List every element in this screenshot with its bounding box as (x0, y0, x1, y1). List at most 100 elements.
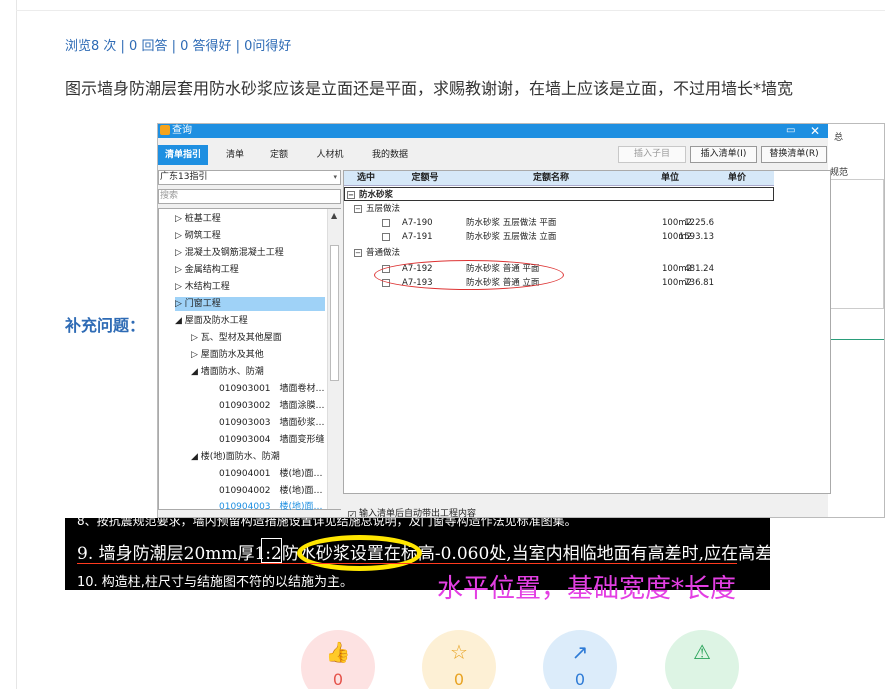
tree-item: ▷ 瓦、型材及其他屋面 (191, 333, 282, 343)
question-stats: 浏览8 次 | 0 回答 | 0 答得好 | 0问得好 (65, 39, 292, 54)
question-text: 图示墙身防潮层套用防水砂浆应该是立面还是平面，求赐教谢谢，在墙上应该是立面，不过… (65, 79, 794, 98)
group-row: − 普通做法 (344, 246, 774, 260)
tree-item: 010903001 墙面卷材… (219, 384, 325, 394)
tab-list: 清单 (225, 150, 244, 160)
report-button[interactable]: ⚠ (665, 630, 739, 689)
like-count: 0 (332, 670, 344, 689)
background-box (830, 179, 884, 309)
tree-item: ▷ 屋面防水及其他 (191, 350, 264, 360)
table-row: A7-191 防水砂浆 五层做法 立面 100m2 1593.13 (344, 230, 774, 244)
replace-list-button: 替换清单(R) (761, 146, 827, 163)
col-name: 定额名称 (532, 173, 569, 183)
auto-content-checkbox: ✓ 输入清单后自动带出工程内容 (348, 506, 477, 518)
scroll-thumb (330, 245, 339, 381)
handwritten-annotation: 水平位置，基础宽度*长度 (437, 574, 737, 604)
grid-header: 选中 定额号 定额名称 单位 单价 (344, 171, 774, 186)
background-label-total: 总 (834, 133, 844, 143)
row-name: 防水砂浆 五层做法 平面 (466, 218, 557, 228)
supplement-label: 补充问题： (65, 316, 146, 335)
share-icon: ↗ (571, 640, 589, 664)
tree-item: ▷ 混凝土及钢筋混凝土工程 (175, 248, 284, 258)
tab-quota: 定额 (269, 150, 288, 160)
tree-item: ◢ 墙面防水、防潮 (191, 367, 264, 377)
guide-combo: 广东13指引 ▾ (158, 170, 341, 185)
share-count: 0 (574, 670, 586, 689)
collapse-icon: − (354, 249, 362, 257)
star-icon: ☆ (450, 640, 468, 664)
content-left-border (16, 0, 17, 689)
tree-item-selected: ▷ 门窗工程 (175, 297, 325, 311)
row-price: 736.81 (684, 278, 714, 288)
highlight-ellipse (297, 535, 422, 571)
tree-item: 010904003 楼(地)面… (219, 502, 323, 512)
row-name: 防水砂浆 五层做法 立面 (466, 232, 557, 242)
window-title: 查询 (172, 125, 192, 136)
tree-item: 010904001 楼(地)面… (219, 469, 323, 479)
red-underline (77, 563, 737, 564)
background-panel: 总 规范 (828, 124, 884, 517)
collapse-icon: − (347, 191, 355, 199)
favorite-count: 0 (453, 670, 465, 689)
auto-content-label: 输入清单后自动带出工程内容 (359, 509, 477, 518)
group-name: 五层做法 (366, 204, 401, 214)
row-price: 1225.6 (684, 218, 714, 228)
tree-item: ▷ 金属结构工程 (175, 265, 239, 275)
scroll-up-icon: ▲ (331, 211, 338, 220)
group-name: 防水砂浆 (359, 190, 394, 200)
row-price: 1593.13 (678, 232, 714, 242)
warning-icon: ⚠ (693, 640, 711, 664)
col-code: 定额号 (411, 173, 439, 183)
note-line-9: 9. 墙身防潮层20mm厚1:2防水砂浆设置在标高-0.060处,当室内相临地面… (77, 544, 770, 564)
row-checkbox (382, 233, 390, 241)
note-line-8: 8、按抗震规范要求，墙内预留构造措施设置详见结施总说明，及门窗等构造作法见标准图… (77, 518, 577, 528)
tree-item: ▷ 砌筑工程 (175, 231, 221, 241)
guide-combo-value: 广东13指引 (160, 172, 208, 182)
quota-grid: 选中 定额号 定额名称 单位 单价 − 防水砂浆 − 五层做法 A7-190 防… (343, 170, 831, 494)
close-icon: ✕ (810, 124, 821, 138)
group-name: 普通做法 (366, 248, 401, 258)
tree-item: ▷ 木结构工程 (175, 282, 230, 292)
row-price: 481.24 (684, 264, 714, 274)
tree-item: 010904002 楼(地)面… (219, 486, 323, 496)
tree-item: ◢ 楼(地)面防水、防潮 (191, 452, 280, 462)
share-button[interactable]: ↗ 0 (543, 630, 617, 689)
query-window-screenshot: 查询 ▭ ✕ 清单指引 清单 定额 人材机 我的数据 插入子目 插入清单(I) … (157, 123, 885, 518)
background-label-spec: 规范 (830, 168, 849, 178)
row-code: A7-190 (402, 218, 433, 228)
tree-scrollbar: ▲ (327, 209, 341, 509)
group-row: − 五层做法 (344, 202, 774, 216)
search-field: 搜索 (158, 189, 341, 204)
app-icon (160, 125, 170, 135)
tree-item: 010903002 墙面涂膜… (219, 401, 325, 411)
highlight-oval (374, 260, 564, 290)
tab-list-guide: 清单指引 (158, 145, 208, 165)
insert-child-button: 插入子目 (618, 146, 686, 163)
group-row-top: − 防水砂浆 (344, 187, 774, 201)
collapse-icon: − (354, 205, 362, 213)
table-row: A7-190 防水砂浆 五层做法 平面 100m2 1225.6 (344, 216, 774, 230)
tab-material: 人材机 (316, 150, 344, 160)
query-window-titlebar: 查询 ▭ ✕ (158, 124, 828, 138)
tree-item: 010903004 墙面变形缝 (219, 435, 325, 445)
note-line-10: 10. 构造柱,柱尺寸与结施图不符的以结施为主。 (77, 575, 353, 590)
thumbs-up-icon: 👍 (325, 640, 351, 664)
chevron-down-icon: ▾ (333, 173, 337, 181)
col-select: 选中 (356, 173, 375, 183)
insert-list-button: 插入清单(I) (690, 146, 757, 163)
like-button[interactable]: 👍 0 (301, 630, 375, 689)
favorite-button[interactable]: ☆ 0 (422, 630, 496, 689)
tree-item: ◢ 屋面及防水工程 (175, 316, 248, 326)
tree-item: 010903003 墙面砂浆… (219, 418, 325, 428)
tab-my-data: 我的数据 (371, 150, 408, 160)
minimize-icon: ▭ (786, 125, 796, 136)
tree-item: ▷ 桩基工程 (175, 214, 221, 224)
highlight-box (261, 538, 282, 563)
row-code: A7-191 (402, 232, 433, 242)
content-top-border (16, 10, 885, 11)
col-unit: 单位 (660, 173, 679, 183)
checkbox-checked-icon: ✓ (348, 511, 356, 518)
col-price: 单价 (727, 173, 746, 183)
category-tree: ▷ 桩基工程 ▷ 砌筑工程 ▷ 混凝土及钢筋混凝土工程 ▷ 金属结构工程 ▷ 木… (158, 208, 341, 512)
row-checkbox (382, 219, 390, 227)
background-divider (828, 339, 884, 340)
